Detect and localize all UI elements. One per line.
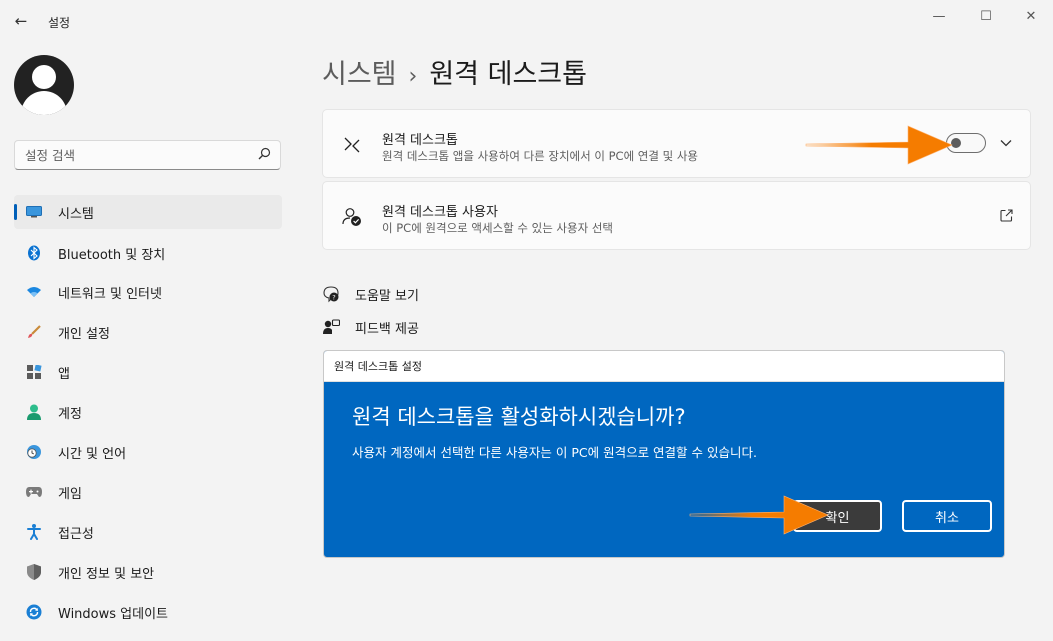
remote-desktop-icon [341, 134, 363, 156]
feedback-link-label: 피드백 제공 [355, 321, 419, 337]
sidebar-item-gaming[interactable]: 게임 [14, 475, 282, 509]
feedback-link[interactable]: 피드백 제공 [322, 316, 419, 338]
open-external-icon[interactable] [995, 204, 1017, 226]
svg-text:?: ? [332, 293, 335, 301]
chevron-down-icon[interactable] [995, 132, 1017, 154]
remote-users-title: 원격 데스크톱 사용자 [382, 205, 498, 220]
dialog-message: 사용자 계정에서 선택한 다른 사용자는 이 PC에 원격으로 연결할 수 있습… [352, 445, 757, 460]
sidebar-item-personalization[interactable]: 개인 설정 [14, 315, 282, 349]
back-button[interactable]: ← [10, 10, 32, 32]
remote-users-subtitle: 이 PC에 원격으로 액세스할 수 있는 사용자 선택 [382, 221, 613, 235]
toggle-knob [951, 138, 961, 148]
avatar-body [21, 91, 67, 115]
feedback-icon [322, 318, 340, 336]
sidebar-item-windows-update[interactable]: Windows 업데이트 [14, 595, 282, 629]
time-language-icon [26, 444, 42, 460]
avatar[interactable] [14, 55, 74, 115]
update-icon [26, 604, 42, 620]
sidebar-item-label: Bluetooth 및 장치 [58, 247, 166, 263]
remote-desktop-settings-dialog: 원격 데스크톱 설정 원격 데스크톱을 활성화하시겠습니까? 사용자 계정에서 … [323, 350, 1005, 558]
title-bar: ← 설정 — ☐ ✕ [0, 0, 1053, 44]
shield-icon [26, 564, 42, 580]
bluetooth-icon [26, 245, 42, 261]
remote-desktop-card[interactable]: 원격 데스크톱 원격 데스크톱 앱을 사용하여 다른 장치에서 이 PC에 연결… [322, 109, 1031, 178]
remote-desktop-subtitle: 원격 데스크톱 앱을 사용하여 다른 장치에서 이 PC에 연결 및 사용 [382, 149, 699, 163]
minimize-button[interactable]: — [916, 4, 962, 28]
sidebar-item-network[interactable]: 네트워크 및 인터넷 [14, 275, 282, 309]
maximize-button[interactable]: ☐ [963, 4, 1009, 28]
sidebar-item-label: 앱 [58, 366, 70, 382]
accessibility-icon [26, 524, 42, 540]
sidebar-item-label: Windows 업데이트 [58, 606, 169, 622]
arrow-left-icon: ← [14, 12, 28, 30]
sidebar-item-apps[interactable]: 앱 [14, 355, 282, 389]
breadcrumb: 시스템 › 원격 데스크톱 [322, 52, 587, 91]
help-icon: ? [322, 285, 340, 303]
sidebar-item-label: 개인 정보 및 보안 [58, 566, 155, 582]
remote-desktop-title: 원격 데스크톱 [382, 133, 458, 148]
breadcrumb-parent[interactable]: 시스템 [322, 59, 397, 90]
sidebar-item-label: 시스템 [58, 206, 94, 222]
sidebar-item-accessibility[interactable]: 접근성 [14, 515, 282, 549]
gamepad-icon [26, 484, 42, 500]
brush-icon [26, 324, 42, 340]
remote-desktop-users-card[interactable]: 원격 데스크톱 사용자 이 PC에 원격으로 액세스할 수 있는 사용자 선택 [322, 181, 1031, 250]
sidebar-item-time-language[interactable]: 시간 및 언어 [14, 435, 282, 469]
search-icon[interactable] [258, 147, 271, 164]
help-link-label: 도움말 보기 [355, 288, 419, 304]
search-input[interactable] [15, 141, 245, 169]
sidebar-item-label: 게임 [58, 486, 82, 502]
dialog-heading: 원격 데스크톱을 활성화하시겠습니까? [352, 405, 686, 429]
close-button[interactable]: ✕ [1008, 4, 1053, 28]
sidebar-item-label: 개인 설정 [58, 326, 110, 342]
app-title: 설정 [48, 16, 71, 30]
help-link[interactable]: ? 도움말 보기 [322, 283, 419, 305]
page-title: 원격 데스크톱 [429, 59, 587, 90]
user-check-icon [341, 206, 363, 228]
sidebar-item-bluetooth[interactable]: Bluetooth 및 장치 [14, 236, 282, 270]
system-icon [26, 204, 42, 220]
sidebar-item-label: 계정 [58, 406, 82, 422]
sidebar-item-accounts[interactable]: 계정 [14, 395, 282, 429]
breadcrumb-separator: › [408, 64, 418, 89]
dialog-title-bar: 원격 데스크톱 설정 [324, 351, 1004, 382]
apps-icon [26, 364, 42, 380]
sidebar-item-label: 네트워크 및 인터넷 [58, 286, 162, 302]
search-box[interactable] [14, 140, 281, 170]
avatar-head [32, 65, 56, 89]
remote-desktop-toggle[interactable] [946, 133, 986, 153]
sidebar-item-label: 시간 및 언어 [58, 446, 127, 462]
sidebar-item-label: 접근성 [58, 526, 94, 542]
wifi-icon [26, 284, 42, 300]
cancel-button[interactable]: 취소 [902, 500, 992, 532]
sidebar-item-privacy[interactable]: 개인 정보 및 보안 [14, 555, 282, 589]
account-icon [26, 404, 42, 420]
confirm-button[interactable]: 확인 [793, 500, 882, 532]
sidebar-item-system[interactable]: 시스템 [14, 195, 282, 229]
